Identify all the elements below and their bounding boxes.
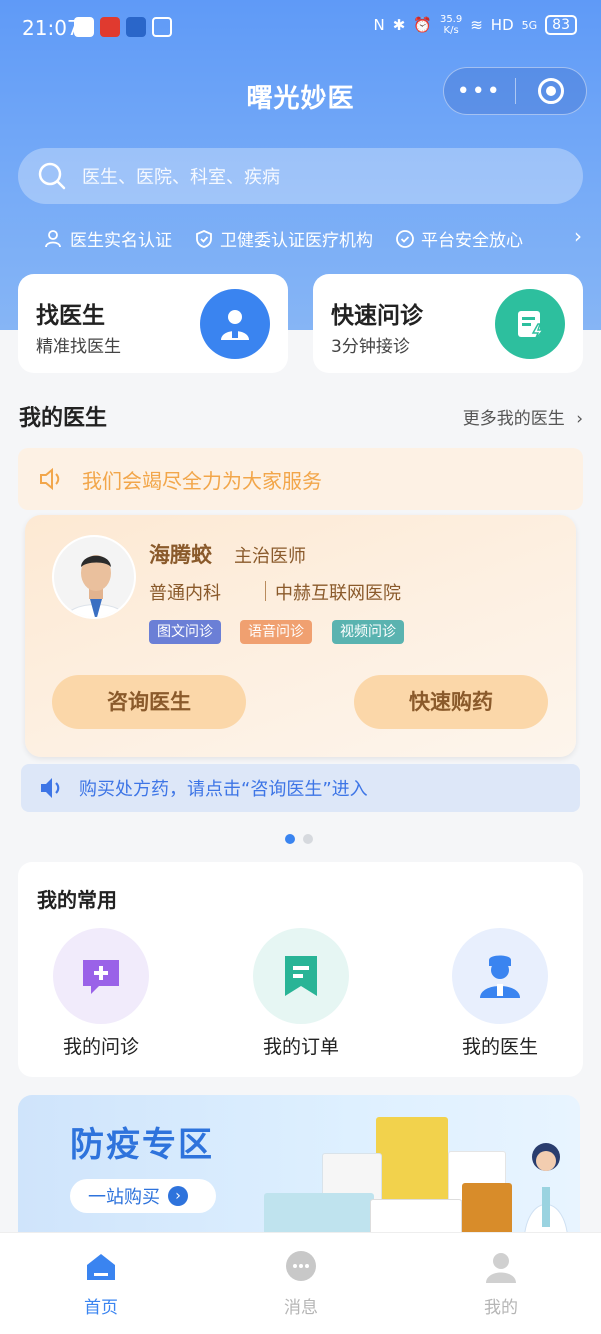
my-common-title: 我的常用 [37, 888, 117, 912]
one-stop-buy-button[interactable]: 一站购买 › [70, 1179, 216, 1213]
status-indicators: N ✱ ⏰ 35.9 K/s ≋ HD 5G 83 [373, 14, 577, 36]
bookmark-icon [253, 928, 349, 1024]
more-options-button[interactable]: ••• [444, 79, 515, 104]
prescription-tip-text: 购买处方药，请点击“咨询医生”进入 [79, 779, 368, 800]
chevron-right-icon: › [576, 409, 583, 429]
doctor-avatar [52, 535, 136, 619]
tab-mine[interactable]: 我的 [441, 1249, 561, 1318]
network-type: HD [490, 16, 514, 34]
tag-voice-consult: 语音问诊 [240, 620, 312, 644]
search-icon [38, 162, 66, 190]
carousel-indicator [285, 834, 313, 844]
bottom-tab-bar: 首页 消息 我的 [0, 1232, 601, 1334]
battery-indicator: 83 [545, 15, 577, 35]
user-verified-icon [45, 229, 61, 247]
doctor-icon [200, 289, 270, 359]
user-icon [486, 1253, 516, 1283]
doctor-hospital: 中赫互联网医院 [275, 583, 401, 604]
doctor-name: 海腾蛟 [149, 543, 212, 567]
network-speed: 35.9 K/s [439, 14, 463, 36]
tab-messages[interactable]: 消息 [241, 1249, 361, 1318]
alarm-icon: ⏰ [413, 16, 432, 34]
chevron-right-icon: › [574, 224, 582, 248]
find-doctor-title: 找医生 [36, 303, 105, 329]
trust-badges[interactable]: 医生实名认证 卫健委认证医疗机构 平台安全放心 › [44, 224, 582, 251]
carousel-dot [303, 834, 313, 844]
document-flash-icon [495, 289, 565, 359]
divider [265, 581, 266, 601]
carousel-dot-active [285, 834, 295, 844]
epidemic-zone-banner[interactable]: 防疫专区 一站购买 › [18, 1095, 580, 1245]
nurse-illustration [523, 1143, 569, 1245]
target-icon [537, 78, 564, 104]
consult-doctor-button[interactable]: 咨询医生 [52, 675, 246, 729]
find-doctor-card[interactable]: 找医生 精准找医生 [18, 274, 288, 373]
notice-banner: 我们会竭尽全力为大家服务 [18, 448, 583, 510]
badge-doctor-verified: 医生实名认证 [44, 226, 172, 251]
speaker-icon [41, 778, 60, 798]
badge-platform-safe: 平台安全放心 [395, 226, 523, 251]
close-button[interactable] [516, 78, 587, 104]
mini-program-capsule: ••• [443, 67, 587, 115]
shield-check-icon [196, 229, 212, 248]
my-consultations-item[interactable]: 我的问诊 [46, 928, 156, 1059]
quick-consult-subtitle: 3分钟接诊 [331, 337, 410, 357]
my-doctors-item[interactable]: 我的医生 [445, 928, 555, 1059]
nfc-icon: N [373, 16, 385, 34]
badge-institution-certified: 卫健委认证医疗机构 [194, 226, 373, 251]
tag-text-consult: 图文问诊 [149, 620, 221, 644]
tag-video-consult: 视频问诊 [332, 620, 404, 644]
banner-title: 防疫专区 [70, 1125, 214, 1165]
quick-consult-card[interactable]: 快速问诊 3分钟接诊 [313, 274, 583, 373]
signal-icon: 5G [521, 18, 538, 32]
notification-icon [74, 17, 94, 37]
wifi-icon: ≋ [470, 16, 483, 34]
notice-text: 我们会竭尽全力为大家服务 [82, 468, 322, 493]
app-notification-icon [100, 17, 120, 37]
doctor-icon [452, 928, 548, 1024]
arrow-right-icon: › [168, 1186, 188, 1206]
quick-buy-medicine-button[interactable]: 快速购药 [354, 675, 548, 729]
find-doctor-subtitle: 精准找医生 [36, 337, 121, 357]
prescription-tip: 购买处方药，请点击“咨询医生”进入 [21, 764, 580, 812]
check-circle-icon [396, 229, 414, 248]
my-doctor-section-title: 我的医生 [19, 406, 108, 431]
bluetooth-icon: ✱ [392, 16, 406, 34]
chat-plus-icon [53, 928, 149, 1024]
search-input[interactable]: 医生、医院、科室、疾病 [18, 148, 583, 204]
status-time: 21:07 [22, 16, 80, 40]
message-icon [286, 1251, 316, 1281]
search-placeholder: 医生、医院、科室、疾病 [82, 167, 280, 188]
tab-home[interactable]: 首页 [41, 1249, 161, 1318]
speaker-icon [40, 467, 60, 491]
quick-consult-title: 快速问诊 [331, 303, 423, 329]
status-bar: 21:07 N ✱ ⏰ 35.9 K/s ≋ HD 5G 83 [0, 0, 601, 56]
more-my-doctors-link[interactable]: 更多我的医生 › [463, 404, 583, 429]
my-common-panel: 我的常用 我的问诊 我的订单 我的医生 [18, 862, 583, 1077]
doctor-card[interactable]: 海腾蛟 主治医师 普通内科 中赫互联网医院 图文问诊 语音问诊 视频问诊 咨询医… [25, 515, 576, 757]
grid-icon [152, 17, 172, 37]
my-orders-item[interactable]: 我的订单 [246, 928, 356, 1059]
status-app-icons [74, 17, 172, 37]
doctor-department: 普通内科 [149, 583, 221, 604]
app-notification-icon [126, 17, 146, 37]
doctor-title: 主治医师 [234, 546, 306, 567]
home-icon [87, 1254, 115, 1280]
